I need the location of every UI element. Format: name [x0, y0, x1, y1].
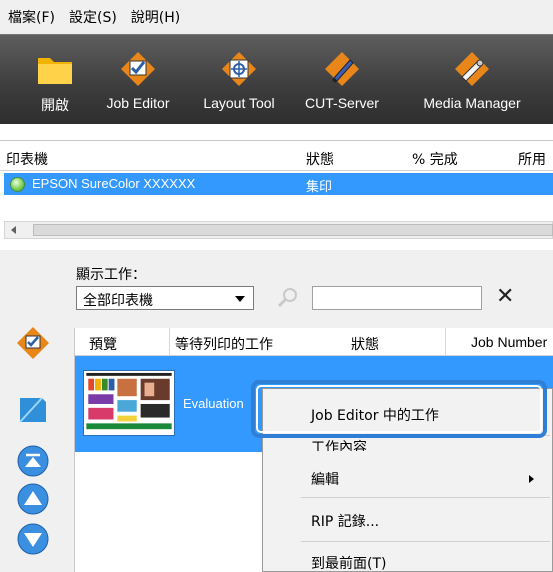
layout-tool-button[interactable]: Layout Tool [188, 35, 290, 125]
jobs-table-header: 預覽 等待列印的工作 狀態 Job Number [75, 328, 553, 356]
job-editor-icon [121, 52, 155, 86]
menu-item-job-properties[interactable]: 工作內容 [311, 437, 367, 451]
open-label: 開啟 [41, 97, 69, 113]
col-job-status[interactable]: 狀態 [351, 334, 379, 354]
search-icon[interactable] [276, 286, 300, 310]
menu-divider [301, 541, 550, 542]
printer-filter-value: 全部印表機 [83, 293, 153, 309]
column-divider [169, 328, 170, 356]
menu-file[interactable]: 檔案(F) [8, 7, 55, 27]
move-down-icon[interactable] [16, 522, 50, 556]
printer-table: 印表機 狀態 % 完成 所用 EPSON SureColor XXXXXX 集印 [0, 140, 553, 250]
cut-server-button[interactable]: CUT-Server [292, 35, 392, 125]
printer-status: 集印 [306, 179, 333, 194]
menu-divider [301, 497, 550, 498]
menu-item-bring-to-front[interactable]: 到最前面(T) [311, 553, 386, 572]
menu-bar: 檔案(F) 設定(S) 說明(H) [0, 0, 553, 34]
printer-filter-select[interactable]: 全部印表機 [76, 286, 254, 310]
menu-settings[interactable]: 設定(S) [69, 7, 117, 27]
media-manager-label: Media Manager [423, 95, 521, 111]
col-preview[interactable]: 預覽 [89, 334, 117, 354]
folder-icon [38, 58, 72, 84]
media-manager-icon [455, 52, 489, 86]
col-waiting-jobs[interactable]: 等待列印的工作 [175, 334, 273, 354]
horizontal-scrollbar[interactable] [4, 221, 553, 239]
column-divider [445, 328, 446, 356]
preview-panel-icon[interactable] [16, 392, 50, 426]
col-job-number[interactable]: Job Number [471, 334, 547, 350]
layout-tool-icon [222, 52, 256, 86]
layout-tool-label: Layout Tool [203, 95, 275, 111]
menu-item-edit[interactable]: 編輯 [311, 469, 339, 489]
menu-help[interactable]: 說明(H) [131, 7, 180, 27]
cut-server-label: CUT-Server [305, 95, 379, 111]
search-input[interactable] [312, 286, 482, 310]
col-percent-complete[interactable]: % 完成 [412, 149, 458, 169]
job-editor-label: Job Editor [106, 95, 170, 111]
job-editor-icon[interactable] [16, 326, 50, 360]
main-toolbar: 開啟 Job Editor Layout Tool CUT-Server Med… [0, 34, 553, 124]
printer-row[interactable]: EPSON SureColor XXXXXX 集印 [4, 173, 553, 195]
job-name: Evaluation [183, 396, 244, 411]
move-up-icon[interactable] [16, 482, 50, 516]
printer-table-header: 印表機 狀態 % 完成 所用 [0, 141, 553, 171]
menu-item-rip-log[interactable]: RIP 記錄... [311, 511, 379, 531]
cut-server-icon [325, 52, 359, 86]
printer-name: EPSON SureColor XXXXXX [32, 176, 196, 191]
open-button[interactable]: 開啟 [20, 35, 90, 125]
highlight-inner-border [256, 385, 542, 433]
job-thumbnail [83, 370, 175, 436]
chevron-down-icon [235, 296, 245, 302]
scroll-thumb[interactable] [33, 224, 553, 236]
show-jobs-label: 顯示工作： [76, 267, 146, 283]
scroll-left-icon[interactable] [11, 226, 16, 234]
job-editor-button[interactable]: Job Editor [92, 35, 184, 125]
media-manager-button[interactable]: Media Manager [410, 35, 534, 125]
col-printer[interactable]: 印表機 [6, 149, 48, 169]
clear-search-icon[interactable]: ✕ [496, 284, 514, 309]
submenu-arrow-icon [529, 475, 534, 483]
col-used[interactable]: 所用 [518, 149, 546, 169]
status-led-icon [10, 177, 25, 192]
move-top-icon[interactable] [16, 444, 50, 478]
col-status[interactable]: 狀態 [306, 149, 334, 169]
